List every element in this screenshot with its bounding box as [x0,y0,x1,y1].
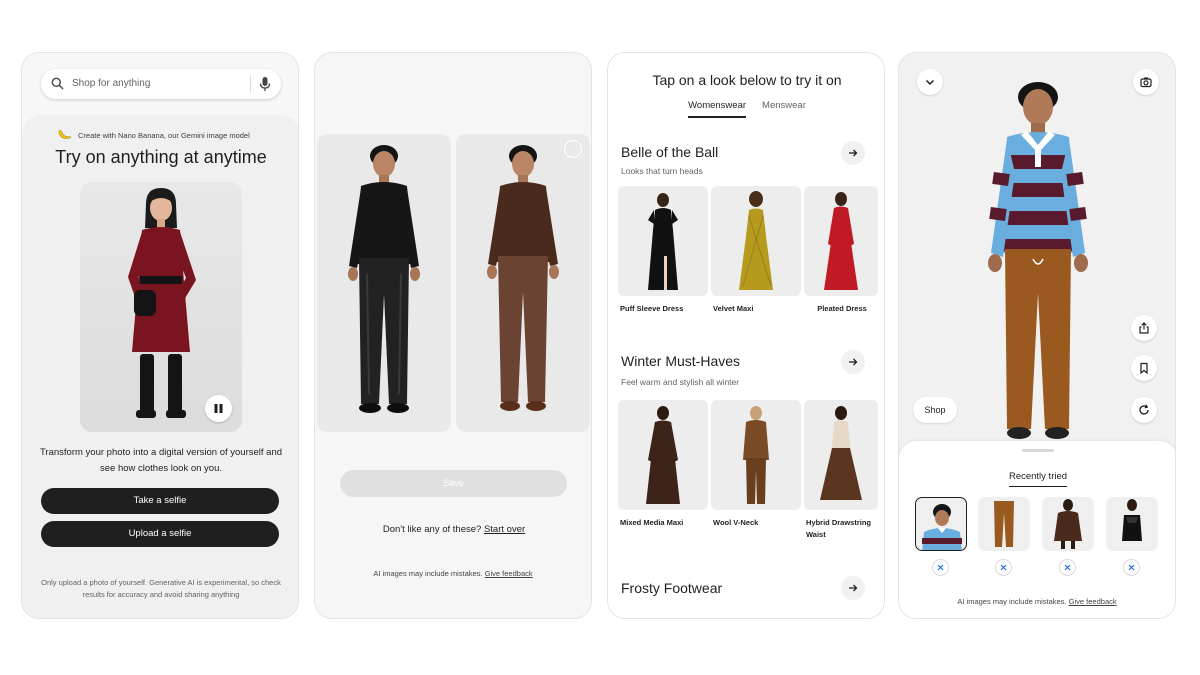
selection-radio[interactable] [564,140,582,158]
remove-recent-button[interactable] [1123,559,1140,576]
product-name: Velvet Maxi [713,304,754,313]
category-tabs: Womenswear Menswear [608,100,884,118]
start-over-row: Don't like any of these? Start over [315,524,591,535]
disclaimer-text: Only upload a photo of yourself. Generat… [41,578,281,599]
onboarding-screen: Shop for anything Create with Nano Banan… [21,52,299,619]
ai-note-text: AI images may include mistakes. [957,597,1067,606]
bookmark-icon [1140,362,1148,374]
avatar-selection-screen: Save Don't like any of these? Start over… [314,52,592,619]
ai-disclaimer: AI images may include mistakes. Give fee… [899,597,1175,606]
recently-tried-title: Recently tried [899,471,1175,487]
section-arrow-button[interactable] [841,350,865,374]
refresh-icon [1139,404,1149,415]
take-selfie-button[interactable]: Take a selfie [41,488,279,514]
banana-icon [58,129,72,141]
remove-recent-button[interactable] [932,559,949,576]
close-icon [1064,564,1071,571]
search-input[interactable]: Shop for anything [72,78,150,89]
give-feedback-link[interactable]: Give feedback [1069,597,1117,606]
upload-selfie-button[interactable]: Upload a selfie [41,521,279,547]
camera-button[interactable] [1133,69,1159,95]
arrow-right-icon [849,149,858,157]
product-name: Mixed Media Maxi [620,518,684,527]
start-over-link[interactable]: Start over [484,524,525,535]
arrow-right-icon [849,358,858,366]
recent-item-brown-pants[interactable] [978,497,1030,551]
product-image [804,186,878,296]
save-button[interactable]: Save [340,470,567,497]
pause-button[interactable] [205,395,232,422]
close-icon [937,564,944,571]
recent-item-black-top[interactable] [1106,497,1158,551]
section-title: Belle of the Ball [621,144,719,160]
product-name: Pleated Dress [817,304,867,313]
product-image [711,186,801,296]
product-card[interactable]: Puff Sleeve Dress [618,186,708,315]
give-feedback-link[interactable]: Give feedback [485,569,533,578]
product-name: Hybrid Drawstring Waist [806,518,872,539]
product-image [618,186,708,296]
dont-like-text: Don't like any of these? [382,524,482,535]
page-title: Tap on a look below to try it on [652,72,842,88]
try-on-card: Create with Nano Banana, our Gemini imag… [22,115,298,618]
product-name: Puff Sleeve Dress [620,304,684,313]
section-subtitle: Feel warm and stylish all winter [621,377,740,387]
section-subtitle: Looks that turn heads [621,166,703,176]
remove-recent-button[interactable] [1059,559,1076,576]
product-image [711,400,801,510]
try-on-result-image [957,63,1119,445]
chevron-down-icon [925,79,935,86]
product-card[interactable]: Hybrid Drawstring Waist [804,400,878,541]
ai-disclaimer: AI images may include mistakes. Give fee… [315,569,591,578]
remove-recent-button[interactable] [995,559,1012,576]
nano-banana-row: Create with Nano Banana, our Gemini imag… [58,129,250,141]
try-on-result-screen: Shop Recently tried AI images may includ… [898,52,1176,619]
avatar-option-black-outfit[interactable] [317,134,451,432]
search-divider [250,76,251,92]
section-arrow-button[interactable] [841,576,865,600]
feature-description: Transform your photo into a digital vers… [39,447,283,474]
product-image [804,400,878,510]
page-title: Try on anything at anytime [55,147,267,167]
collapse-button[interactable] [917,69,943,95]
microphone-icon[interactable] [259,76,271,92]
ai-note-text: AI images may include mistakes. [373,569,483,578]
bookmark-button[interactable] [1131,355,1157,381]
camera-icon [1140,77,1152,88]
recent-item-striped-polo[interactable] [915,497,967,551]
man-brown-outfit-illustration [487,145,559,411]
recently-tried-label: Recently tried [1008,471,1068,487]
tab-womenswear[interactable]: Womenswear [688,100,747,118]
regenerate-button[interactable] [1131,397,1157,423]
close-icon [1000,564,1007,571]
drag-handle[interactable] [1022,449,1054,452]
product-name: Wool V-Neck [713,518,759,527]
close-icon [1128,564,1135,571]
model-preview-photo [80,182,242,432]
pause-icon [214,404,223,413]
section-title: Winter Must-Haves [621,353,741,369]
section-title: Frosty Footwear [621,580,723,596]
product-card[interactable]: Velvet Maxi [711,186,801,315]
share-icon [1139,322,1149,334]
arrow-right-icon [849,584,858,592]
recently-tried-sheet: Recently tried [899,441,1175,618]
shop-button[interactable]: Shop [913,397,957,423]
look-catalog-screen: Tap on a look below to try it on Womensw… [607,52,885,619]
product-card[interactable]: Wool V-Neck [711,400,801,529]
product-image [618,400,708,510]
avatar-option-brown-outfit[interactable] [456,134,590,432]
share-button[interactable] [1131,315,1157,341]
product-card[interactable]: Pleated Dress [804,186,878,315]
product-card[interactable]: Mixed Media Maxi [618,400,708,529]
recent-item-brown-sweater-dress[interactable] [1042,497,1094,551]
nano-banana-text: Create with Nano Banana, our Gemini imag… [78,130,250,140]
man-black-outfit-illustration [348,145,420,413]
section-arrow-button[interactable] [841,141,865,165]
tab-menswear[interactable]: Menswear [762,100,806,118]
search-icon [51,77,64,90]
search-bar[interactable]: Shop for anything [41,69,281,99]
